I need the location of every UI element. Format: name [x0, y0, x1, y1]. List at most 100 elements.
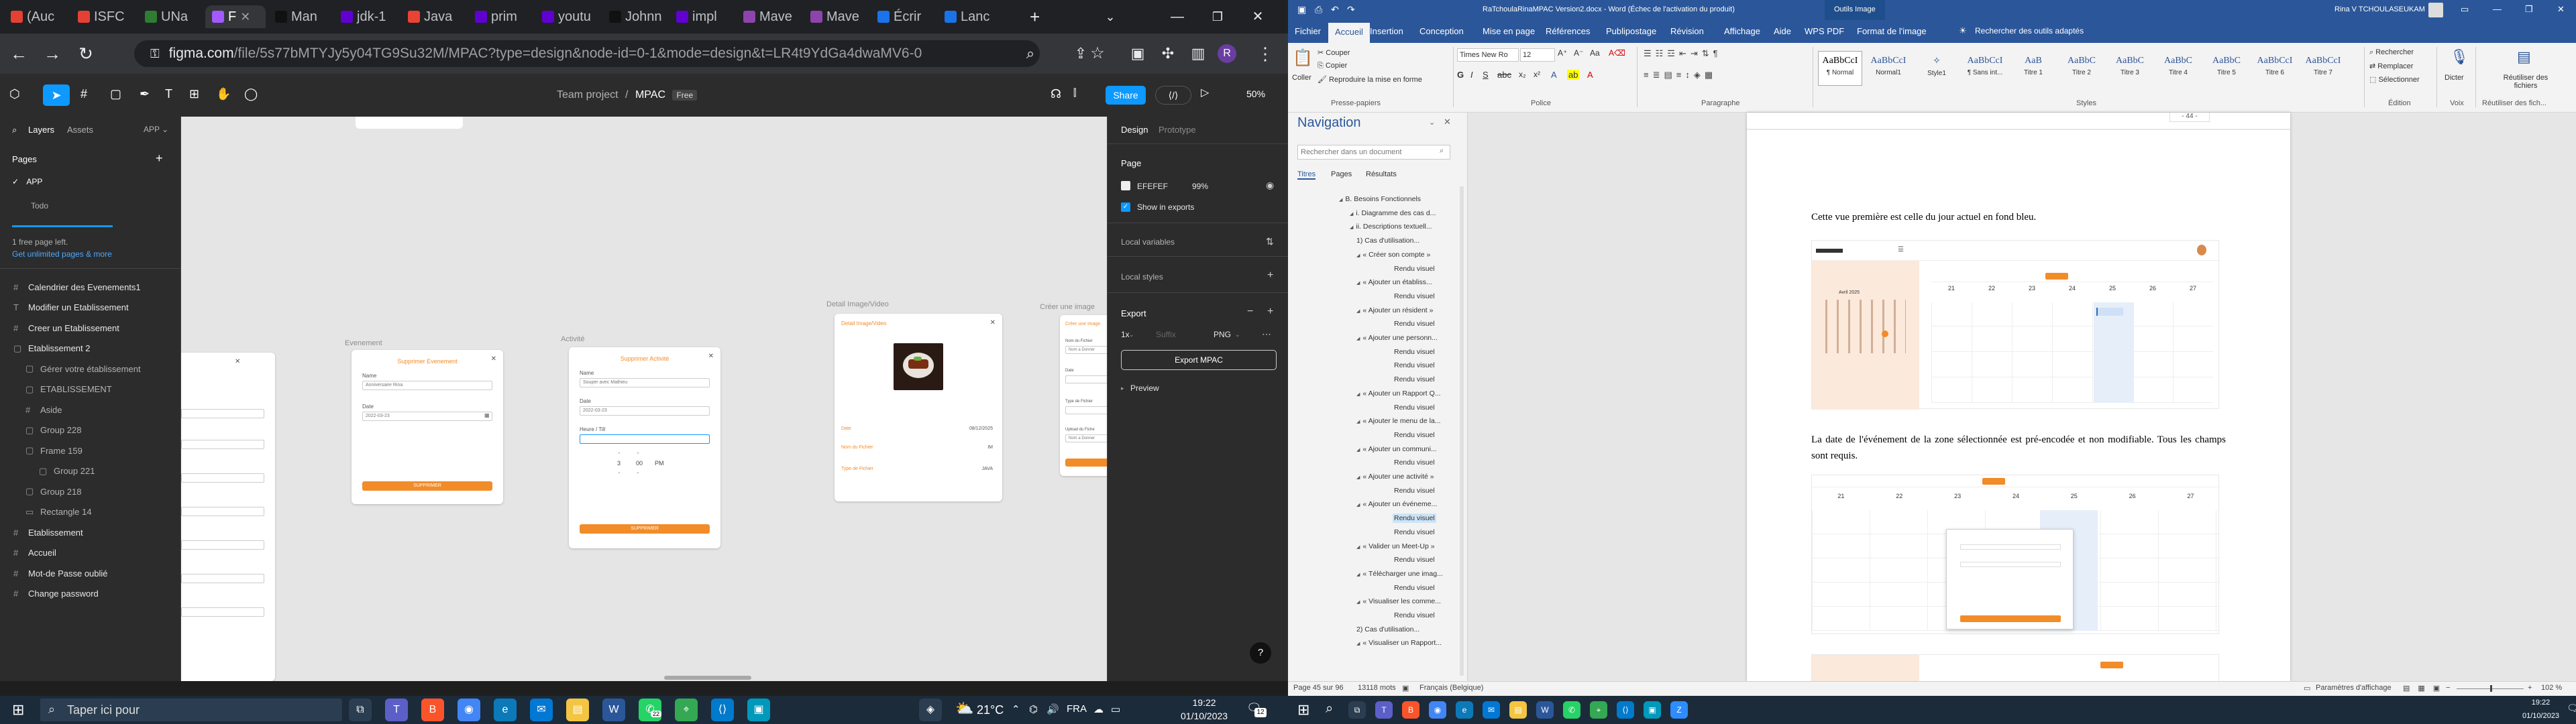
present-play-icon[interactable]: ▷: [1201, 86, 1209, 99]
nav-heading-item[interactable]: ◢ i. Diagramme des cas d...: [1348, 208, 1437, 218]
chevron-up-icon[interactable]: ⌃: [617, 452, 621, 457]
word-tab[interactable]: Affichage: [1724, 26, 1760, 36]
explorer-icon[interactable]: ▤: [1509, 701, 1527, 719]
tab-layers[interactable]: Layers: [28, 125, 54, 135]
nav-heading-item[interactable]: Rendu visuel: [1393, 430, 1436, 440]
paste-button[interactable]: Coller: [1292, 74, 1311, 82]
word-document-page[interactable]: - 44 - Cette vue première est celle du j…: [1747, 113, 2290, 681]
chrome-icon[interactable]: ◉: [458, 699, 480, 721]
taskbar-search-input[interactable]: Taper ici pour: [40, 699, 322, 721]
photos-icon[interactable]: ▣: [747, 699, 770, 721]
align-buttons[interactable]: ≡≣▤≡↕◈▦: [1644, 70, 1717, 80]
nav-heading-item[interactable]: ◢ « Ajouter le menu de la...: [1355, 416, 1442, 426]
expand-triangle-icon[interactable]: ◢: [1356, 253, 1360, 258]
style-option[interactable]: AaBbC Titre 5: [2204, 51, 2249, 86]
frame-supprimer-evenement[interactable]: Supprimer Evenement ✕ Name Anniversaire …: [352, 350, 503, 504]
search-icon[interactable]: ⌕: [1326, 701, 1333, 717]
app-screenshot-modal-image[interactable]: 21 22 23 24 25 26 27: [1811, 475, 2220, 634]
mail-icon[interactable]: ✉: [530, 699, 553, 721]
chevron-down-icon[interactable]: ⌄: [1235, 331, 1240, 339]
create-button[interactable]: [1065, 459, 1107, 467]
browser-tab[interactable]: UNa: [138, 5, 203, 28]
browser-tab[interactable]: Man: [268, 5, 331, 28]
expand-triangle-icon[interactable]: ◢: [1356, 392, 1360, 397]
expand-triangle-icon[interactable]: ◢: [1356, 600, 1360, 605]
nav-scrollbar[interactable]: [1460, 186, 1464, 676]
taskbar-clock-left[interactable]: 19:22 01/10/2023: [1181, 696, 1228, 723]
frame-creer-image[interactable]: Créer une image Nom du Fichier Nom a Don…: [1060, 315, 1107, 476]
upload-input[interactable]: Nom a Donner: [1065, 434, 1107, 442]
browser-tab[interactable]: jdk-1: [334, 5, 398, 28]
layer-item[interactable]: ▢ Group 228: [0, 422, 180, 438]
figma-canvas[interactable]: ✕ Evenement Supprimer Evenement ✕ Name A…: [181, 117, 1107, 681]
browser-tab[interactable]: (Auc: [4, 5, 68, 28]
close-icon[interactable]: ✕: [708, 353, 714, 360]
nav-heading-item[interactable]: Rendu visuel: [1393, 292, 1436, 301]
tab-search-icon[interactable]: ⌄: [1100, 7, 1120, 27]
profile-avatar[interactable]: R: [1218, 44, 1236, 63]
canvas-scrollbar[interactable]: [664, 676, 751, 680]
cloud-icon[interactable]: ☁: [1093, 703, 1104, 715]
new-tab-button[interactable]: +: [1023, 5, 1046, 28]
layer-item[interactable]: # Change password: [0, 586, 180, 602]
layer-item[interactable]: # Etablissement: [0, 524, 180, 540]
tab-results[interactable]: Résultats: [1366, 170, 1397, 178]
delete-button[interactable]: SUPPRIMER: [362, 481, 492, 491]
expand-triangle-icon[interactable]: ◢: [1356, 642, 1360, 646]
task-view-icon[interactable]: ⧉: [349, 699, 372, 721]
expand-triangle-icon[interactable]: ◢: [1356, 503, 1360, 507]
layer-item[interactable]: ▢ Gérer votre établissement: [0, 361, 180, 377]
export-button[interactable]: Export MPAC: [1121, 350, 1277, 370]
browser-tab[interactable]: prim: [468, 5, 533, 28]
nav-heading-item[interactable]: Rendu visuel: [1393, 347, 1436, 357]
teams-icon[interactable]: T: [385, 699, 408, 721]
brave-icon[interactable]: B: [421, 699, 444, 721]
nav-heading-item[interactable]: Rendu visuel: [1393, 375, 1436, 384]
network-icon[interactable]: ⌬: [1029, 703, 1038, 715]
zoom-icon[interactable]: Z: [1670, 701, 1688, 719]
battery-icon[interactable]: ▭: [1111, 703, 1120, 715]
nav-heading-item[interactable]: 1) Cas d'utilisation...: [1355, 236, 1421, 245]
page-count[interactable]: Page 45 sur 96: [1293, 684, 1344, 692]
frame-label-evenement[interactable]: Evenement: [345, 339, 382, 347]
notification-center-icon[interactable]: 🗨: [2567, 703, 2576, 714]
breadcrumb-team[interactable]: Team project: [557, 89, 619, 101]
layer-item[interactable]: # Mot-de Passe oublié: [0, 565, 180, 581]
word-icon[interactable]: W: [1536, 701, 1554, 719]
nav-heading-item[interactable]: Rendu visuel: [1393, 611, 1436, 620]
nav-heading-item[interactable]: Rendu visuel: [1393, 583, 1436, 593]
headphones-icon[interactable]: ☊: [1051, 87, 1061, 101]
browser-tab[interactable]: Johnn: [602, 5, 667, 28]
browser-tab[interactable]: Mave: [804, 5, 868, 28]
window-maximize-button[interactable]: ❐: [1208, 7, 1228, 27]
figma-extension-icon[interactable]: ▣: [1127, 43, 1148, 64]
nav-heading-item[interactable]: ◢ B. Besoins Fonctionnels: [1338, 194, 1422, 204]
word-tab[interactable]: Conception: [1419, 26, 1464, 36]
mail-icon[interactable]: ✉: [1483, 701, 1500, 719]
nav-heading-item[interactable]: 2) Cas d'utilisation...: [1355, 625, 1421, 634]
add-style-icon[interactable]: +: [1267, 269, 1273, 282]
reuse-files-icon[interactable]: ▤: [2517, 48, 2531, 66]
style-option[interactable]: AaBbCcI Titre 6: [2253, 51, 2297, 86]
layer-item[interactable]: # Aside: [0, 402, 180, 418]
time-minutes[interactable]: 00: [636, 460, 643, 467]
nav-heading-item[interactable]: ◢ « Ajouter un communi...: [1355, 444, 1438, 454]
chevron-down-icon[interactable]: ⌄: [617, 469, 621, 475]
vscode-icon[interactable]: ⟨⟩: [1617, 701, 1634, 719]
layer-item[interactable]: # Creer un Etablissement: [0, 320, 180, 336]
share-button[interactable]: Share: [1106, 86, 1146, 105]
list-buttons[interactable]: ☰☷☲⇤⇥⇅¶: [1644, 48, 1722, 59]
word-tab[interactable]: Format de l'image: [1857, 26, 1927, 36]
file-name-input[interactable]: Nom a Donner: [1065, 346, 1107, 354]
dev-mode-toggle[interactable]: ⟨/⟩: [1155, 86, 1191, 105]
nav-heading-item[interactable]: ◢ « Créer son compte »: [1355, 250, 1432, 259]
language-status[interactable]: Français (Belgique): [1419, 684, 1483, 692]
weather-temp[interactable]: 21°C: [977, 703, 1004, 717]
undo-icon[interactable]: ↶: [1331, 4, 1339, 15]
style-option[interactable]: AaBbC Titre 2: [2059, 51, 2104, 86]
replace-button[interactable]: ⇄ Remplacer: [2369, 62, 2413, 70]
volume-icon[interactable]: 🔊: [1046, 703, 1059, 715]
resources-tool-icon[interactable]: ⊞: [189, 87, 199, 101]
nav-heading-item[interactable]: Rendu visuel: [1393, 514, 1436, 524]
input-language[interactable]: FRA: [1067, 703, 1087, 715]
